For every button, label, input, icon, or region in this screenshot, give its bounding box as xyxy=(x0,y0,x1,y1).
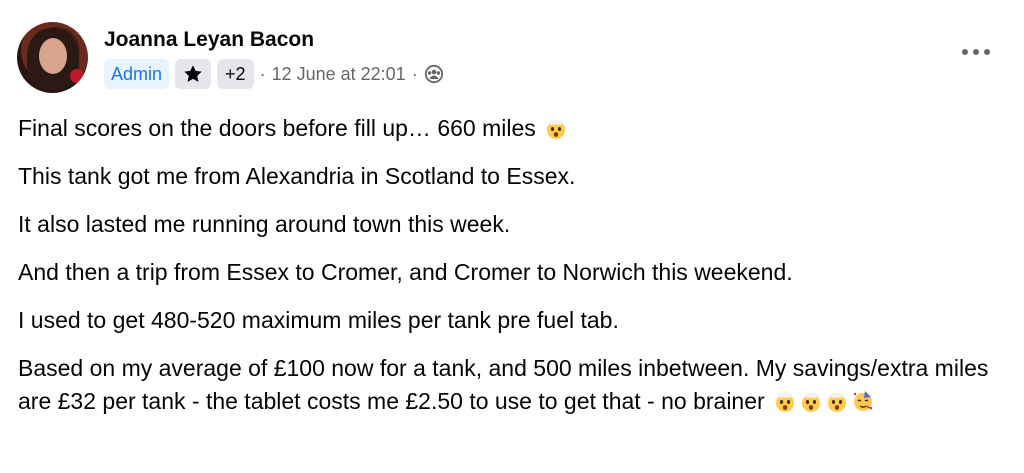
post-line-text: Final scores on the doors before fill up… xyxy=(18,115,536,141)
post-line: Final scores on the doors before fill up… xyxy=(18,112,1008,144)
group-icon[interactable] xyxy=(424,64,444,84)
admin-badge[interactable]: Admin xyxy=(104,59,170,89)
post-meta: Admin +2 · 12 June at 22:01 · xyxy=(104,59,444,89)
more-badges-chip[interactable]: +2 xyxy=(217,59,254,89)
post-line: This tank got me from Alexandria in Scot… xyxy=(18,163,576,189)
exploding-head-emoji-icon xyxy=(828,392,847,412)
partying-face-emoji-icon xyxy=(853,391,873,411)
separator: · xyxy=(411,63,418,84)
exploding-head-emoji-icon xyxy=(776,392,795,412)
separator: · xyxy=(259,63,266,84)
more-options-button[interactable] xyxy=(956,40,996,64)
post-card: Joanna Leyan Bacon Admin +2 · 12 June at… xyxy=(0,0,1024,473)
author-avatar[interactable] xyxy=(17,22,88,93)
post-line: And then a trip from Essex to Cromer, an… xyxy=(18,259,793,285)
exploding-head-emoji-icon xyxy=(802,392,821,412)
post-line: Based on my average of £100 now for a ta… xyxy=(18,352,1008,418)
star-icon xyxy=(184,65,202,82)
author-name[interactable]: Joanna Leyan Bacon xyxy=(104,28,314,52)
post-body: Final scores on the doors before fill up… xyxy=(18,112,1008,418)
star-badge[interactable] xyxy=(175,59,212,89)
post-timestamp[interactable]: 12 June at 22:01 xyxy=(272,64,406,85)
exploding-head-emoji-icon xyxy=(547,119,566,139)
more-options-icon xyxy=(962,49,990,55)
post-line: It also lasted me running around town th… xyxy=(18,211,511,237)
post-line: I used to get 480-520 maximum miles per … xyxy=(18,307,619,333)
